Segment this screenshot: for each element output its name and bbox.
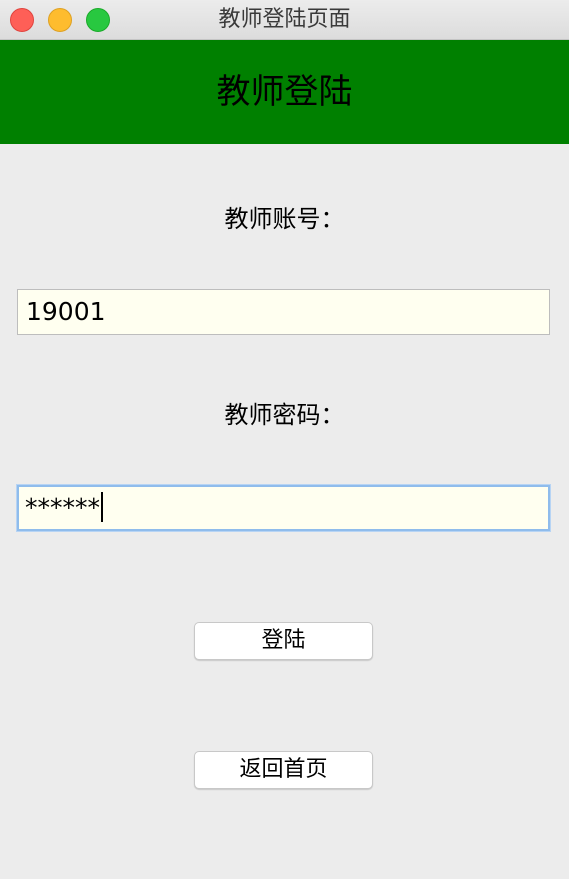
- account-input[interactable]: 19001: [17, 289, 550, 335]
- text-caret: [101, 492, 103, 522]
- password-input[interactable]: ******: [17, 485, 550, 531]
- page-title: 教师登陆: [216, 72, 353, 112]
- password-label: 教师密码：: [224, 401, 345, 429]
- password-input-value: ******: [25, 493, 100, 522]
- back-to-home-button[interactable]: 返回首页: [194, 751, 373, 789]
- login-button[interactable]: 登陆: [194, 622, 373, 660]
- title-bar[interactable]: 教师登陆页面: [0, 0, 569, 40]
- login-window: 教师登陆页面 教师登陆 教师账号： 19001 教师密码： ****** 登陆 …: [0, 0, 569, 879]
- header-banner: 教师登陆: [0, 40, 569, 144]
- account-label: 教师账号：: [224, 205, 345, 233]
- account-input-value: 19001: [26, 297, 106, 326]
- window-title: 教师登陆页面: [218, 7, 351, 32]
